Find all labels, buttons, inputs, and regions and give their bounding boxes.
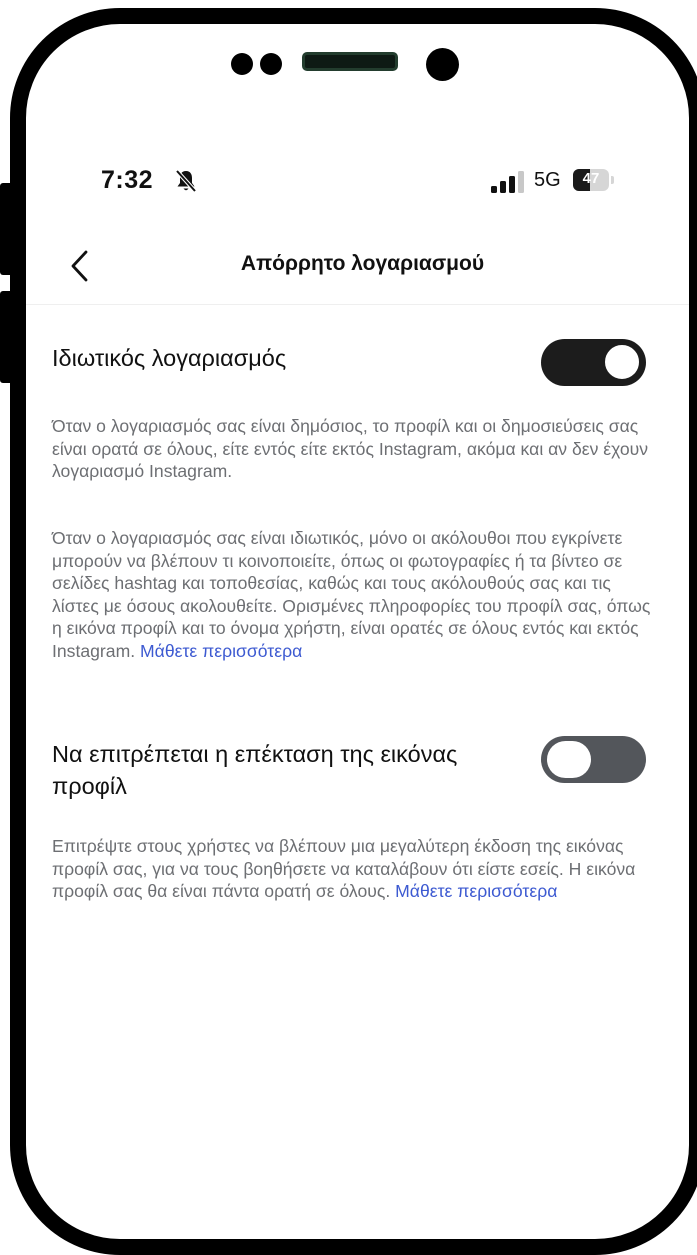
private-account-label: Ιδιωτικός λογαριασμός [52, 345, 287, 371]
toggle-knob [547, 741, 591, 778]
phone-frame: 7:32 5G 47 Απόρρητο λογαριασμού Ιδιωτικό… [10, 8, 697, 1255]
private-account-description: Όταν ο λογαριασμός σας είναι ιδιωτικός, … [52, 527, 652, 662]
battery-icon: 47 [573, 169, 615, 191]
private-account-toggle[interactable] [541, 339, 646, 386]
status-time: 7:32 [101, 166, 154, 194]
speaker-pill [302, 52, 398, 71]
network-type: 5G [534, 169, 561, 191]
public-account-description: Όταν ο λογαριασμός σας είναι δημόσιος, τ… [52, 416, 649, 481]
signal-icon [491, 171, 524, 193]
profile-picture-expand-label: Να επιτρέπεται η επέκταση της εικόνας πρ… [52, 741, 458, 799]
learn-more-link[interactable]: Μάθετε περισσότερα [140, 641, 302, 661]
sensor-dot [231, 53, 253, 75]
nav-header: Απόρρητο λογαριασμού [26, 234, 689, 305]
sensor-dot [260, 53, 282, 75]
profile-picture-expand-description: Επιτρέψτε στους χρήστες να βλέπουν μια μ… [52, 835, 652, 903]
battery-level: 47 [582, 170, 600, 187]
toggle-knob [603, 343, 641, 381]
status-bar: 7:32 5G 47 [26, 164, 689, 204]
dynamic-island [26, 24, 689, 104]
profile-picture-expand-toggle[interactable] [541, 736, 646, 783]
page-title: Απόρρητο λογαριασμού [240, 252, 485, 275]
camera-icon [426, 48, 459, 81]
learn-more-link[interactable]: Μάθετε περισσότερα [395, 881, 557, 901]
bell-muted-icon [175, 169, 197, 193]
